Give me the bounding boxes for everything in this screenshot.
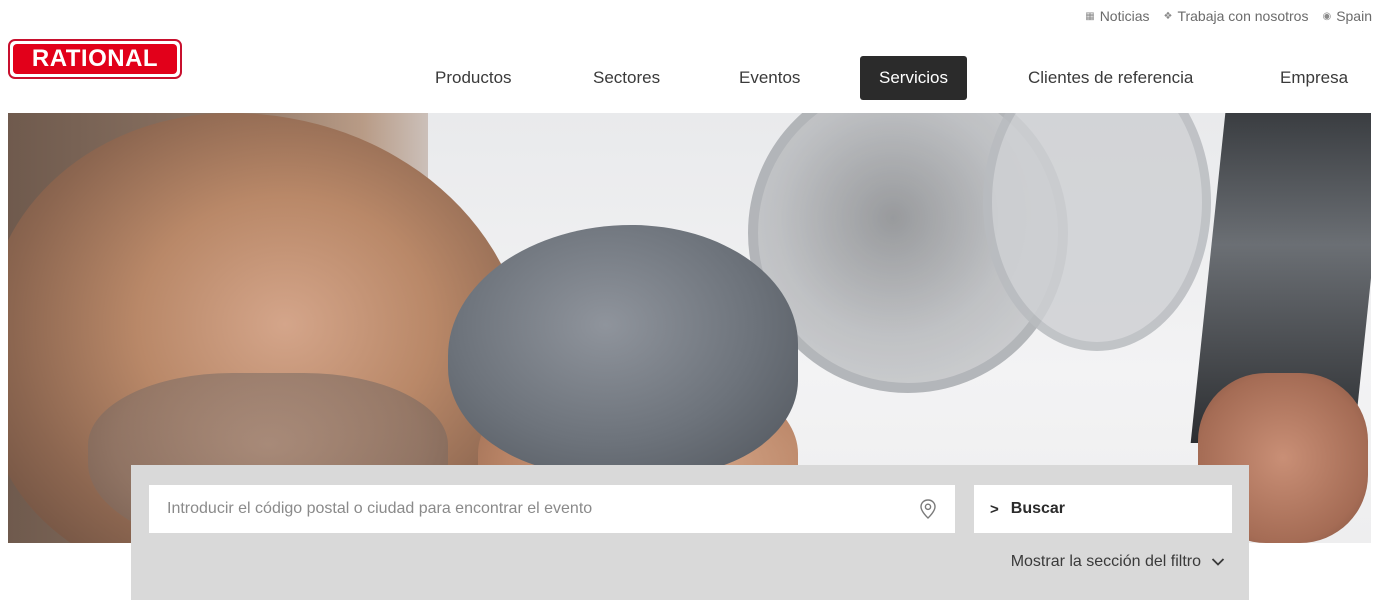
- nav-item-clientes-de-referencia[interactable]: Clientes de referencia: [1028, 56, 1193, 100]
- filter-toggle-label: Mostrar la sección del filtro: [1010, 553, 1201, 570]
- handshake-icon: ❖: [1163, 10, 1173, 22]
- region-label: Spain: [1336, 8, 1372, 24]
- news-link-label: Noticias: [1099, 8, 1150, 24]
- nav-item-empresa[interactable]: Empresa: [1280, 56, 1348, 100]
- page: ▦ Noticias ❖ Trabaja con nosotros ◉ Spai…: [0, 0, 1384, 600]
- search-input[interactable]: [149, 485, 909, 533]
- main-nav: Productos Sectores Eventos Servicios Cli…: [0, 56, 1384, 100]
- nav-item-productos[interactable]: Productos: [435, 56, 512, 100]
- news-link[interactable]: ▦ Noticias: [1085, 8, 1149, 24]
- chevron-down-icon: [1211, 558, 1225, 566]
- nav-item-sectores[interactable]: Sectores: [593, 56, 660, 100]
- nav-item-servicios[interactable]: Servicios: [860, 56, 967, 100]
- search-field: [149, 485, 955, 533]
- careers-link[interactable]: ❖ Trabaja con nosotros: [1163, 8, 1308, 24]
- search-button[interactable]: > Buscar: [974, 485, 1232, 533]
- search-button-label: Buscar: [1010, 500, 1066, 517]
- nav-item-eventos[interactable]: Eventos: [739, 56, 800, 100]
- chevron-right-icon: >: [990, 500, 999, 518]
- newspaper-icon: ▦: [1085, 10, 1095, 22]
- filter-toggle[interactable]: Mostrar la sección del filtro: [1011, 553, 1225, 571]
- region-selector[interactable]: ◉ Spain: [1322, 8, 1372, 24]
- event-search-panel: > Buscar Mostrar la sección del filtro: [131, 465, 1249, 600]
- utility-bar: ▦ Noticias ❖ Trabaja con nosotros ◉ Spai…: [1085, 8, 1372, 24]
- careers-link-label: Trabaja con nosotros: [1177, 8, 1309, 24]
- location-pin-icon[interactable]: [917, 498, 939, 520]
- globe-icon: ◉: [1322, 10, 1332, 22]
